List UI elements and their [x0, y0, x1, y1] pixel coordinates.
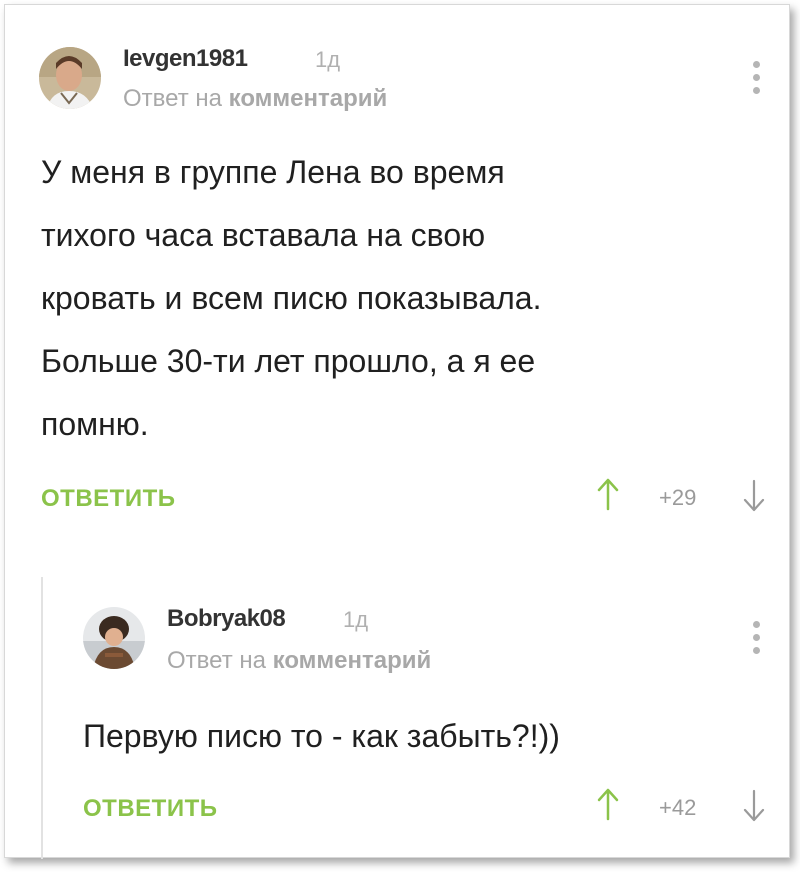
reply-button[interactable]: ОТВЕТИТЬ	[83, 795, 218, 823]
timestamp: 1д	[343, 607, 369, 632]
comment-body-line: Больше 30-ти лет прошло, а я ее	[41, 343, 536, 379]
comment-body-line: тихого часа вставала на свою	[41, 217, 486, 253]
comment-body: У меня в группе Лена во время тихого час…	[41, 141, 541, 456]
avatar[interactable]	[39, 47, 101, 109]
timestamp: 1д	[315, 47, 341, 72]
reply-button[interactable]: ОТВЕТИТЬ	[41, 485, 176, 513]
reply-to-line: Ответ на комментарий	[167, 647, 431, 675]
arrow-up-icon[interactable]	[597, 787, 619, 821]
arrow-down-icon[interactable]	[743, 789, 765, 823]
reply-to-prefix: Ответ на	[123, 85, 222, 112]
rating-count: +42	[659, 795, 697, 820]
username[interactable]: Ievgen1981	[123, 45, 248, 73]
comment-body-line: У меня в группе Лена во время	[41, 154, 505, 190]
reply-to-link[interactable]: комментарий	[229, 85, 388, 112]
reply-to-link[interactable]: комментарий	[273, 647, 432, 674]
username[interactable]: Bobryak08	[167, 605, 286, 633]
rating-count: +29	[659, 485, 697, 510]
avatar[interactable]	[83, 607, 145, 669]
thread-nesting-line	[41, 577, 43, 859]
comment-body: Первую писю то - как забыть?!))	[83, 705, 560, 768]
kebab-menu-icon[interactable]	[753, 61, 761, 100]
reply-to-prefix: Ответ на	[167, 647, 266, 674]
comment-body-line: помню.	[41, 406, 149, 442]
comments-screenshot-frame: Ievgen1981 1д Ответ на комментарий У мен…	[4, 4, 790, 859]
kebab-menu-icon[interactable]	[753, 621, 761, 660]
comment-body-line: кровать и всем писю показывала.	[41, 280, 542, 316]
reply-to-line: Ответ на комментарий	[123, 85, 387, 113]
arrow-up-icon[interactable]	[597, 477, 619, 511]
comment-body-line: Первую писю то - как забыть?!))	[83, 718, 560, 754]
arrow-down-icon[interactable]	[743, 479, 765, 513]
